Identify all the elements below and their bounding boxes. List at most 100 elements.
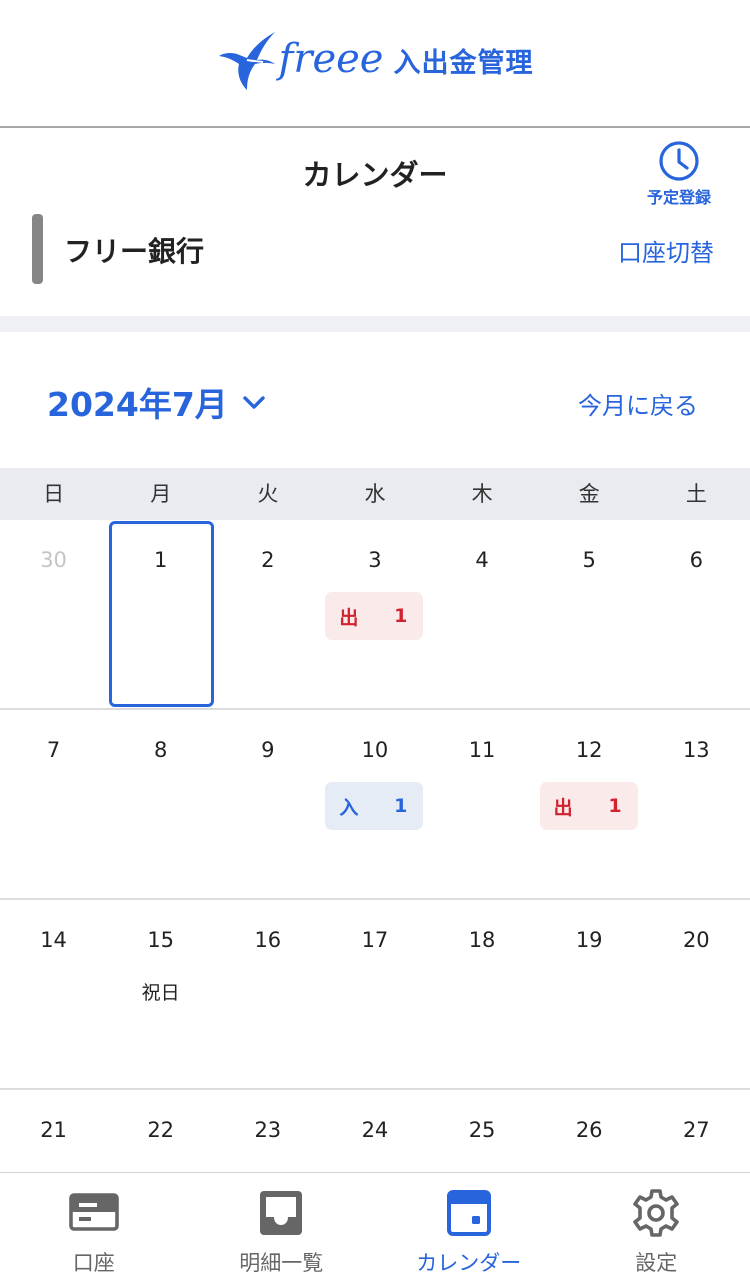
withdrawal-badge[interactable]: 出1 (325, 592, 424, 640)
calendar-day[interactable]: 19 (536, 900, 643, 1088)
calendar-week: 30 1 2 3 出1 4 5 6 (0, 520, 750, 710)
withdrawal-badge-count: 1 (394, 605, 408, 627)
weekday-thu: 木 (471, 482, 493, 506)
day-number: 26 (575, 1118, 603, 1142)
weekday-wed: 水 (364, 482, 386, 506)
day-number: 9 (261, 738, 275, 762)
calendar-day[interactable]: 6 (643, 520, 750, 708)
holiday-label: 祝日 (141, 982, 180, 1004)
calendar-day[interactable]: 18 (429, 900, 536, 1088)
day-number: 14 (40, 928, 67, 952)
schedule-register-label: 予定登録 (646, 188, 711, 207)
nav-item-calendar[interactable]: カレンダー (375, 1173, 563, 1285)
nav-label-settings: 設定 (635, 1251, 678, 1275)
day-number: 13 (682, 738, 710, 762)
weekday-fri: 金 (578, 482, 600, 506)
day-number: 10 (361, 738, 389, 762)
nav-item-transactions[interactable]: 明細一覧 (188, 1173, 376, 1285)
month-label: 2024年7月 (47, 385, 228, 424)
bank-card-icon (68, 1193, 119, 1231)
calendar-day[interactable]: 2 (214, 520, 321, 708)
calendar-day[interactable]: 5 (536, 520, 643, 708)
day-number: 5 (582, 548, 596, 572)
day-number: 15 (147, 928, 175, 952)
day-number: 25 (468, 1118, 496, 1142)
calendar-day[interactable]: 10 入1 (321, 710, 428, 898)
day-number: 18 (468, 928, 496, 952)
day-number: 7 (46, 738, 61, 762)
calendar-grid: 30 1 2 3 出1 4 5 6 7 8 9 10 入1 11 12 出1 1… (0, 520, 750, 1280)
day-number: 11 (468, 738, 496, 762)
weekday-sat: 土 (685, 482, 707, 506)
section-divider (0, 316, 750, 332)
brand-logo-group: freee 入出金管理 (217, 29, 534, 93)
day-number: 12 (575, 738, 603, 762)
calendar-day[interactable]: 3 出1 (321, 520, 428, 708)
calendar-day[interactable]: 16 (214, 900, 321, 1088)
calendar-day[interactable]: 14 (0, 900, 107, 1088)
brand-wordmark: freee (278, 36, 384, 82)
calendar-week: 7 8 9 10 入1 11 12 出1 13 (0, 710, 750, 900)
schedule-register-button[interactable]: 予定登録 (634, 140, 724, 210)
weekday-mon: 月 (150, 482, 172, 506)
calendar-day[interactable]: 15 祝日 (107, 900, 214, 1088)
month-selector[interactable]: 2024年7月 (47, 378, 268, 426)
weekday-sun: 日 (43, 482, 65, 506)
day-number: 21 (40, 1118, 67, 1142)
nav-item-accounts[interactable]: 口座 (0, 1173, 188, 1285)
calendar-day[interactable]: 8 (107, 710, 214, 898)
deposit-badge[interactable]: 入1 (325, 782, 424, 830)
calendar-day[interactable]: 30 (0, 520, 107, 708)
account-name: フリー銀行 (64, 235, 205, 268)
day-number: 24 (361, 1118, 389, 1142)
day-number: 17 (361, 928, 389, 952)
app-header: freee 入出金管理 (0, 0, 750, 128)
day-number: 6 (689, 548, 703, 572)
calendar-day[interactable]: 17 (321, 900, 428, 1088)
weekday-tue: 火 (257, 482, 279, 506)
withdrawal-badge-count: 1 (608, 795, 622, 817)
day-number: 19 (575, 928, 603, 952)
day-number: 1 (154, 548, 168, 572)
calendar-day[interactable]: 13 (643, 710, 750, 898)
calendar-day-today[interactable]: 1 (107, 520, 215, 708)
chevron-down-icon (243, 396, 265, 409)
withdrawal-badge-label: 出 (339, 606, 359, 629)
day-number: 22 (147, 1118, 175, 1142)
inbox-tray-icon (260, 1191, 303, 1235)
calendar-day[interactable]: 11 (429, 710, 536, 898)
day-number: 16 (254, 928, 282, 952)
calendar-icon (446, 1190, 491, 1236)
day-number: 4 (475, 548, 489, 572)
weekday-header: 日 月 火 水 木 金 土 (0, 468, 750, 520)
day-number: 20 (682, 928, 710, 952)
deposit-badge-label: 入 (339, 796, 359, 819)
withdrawal-badge[interactable]: 出1 (539, 782, 638, 830)
bottom-navigation: 口座 明細一覧 カレンダー 設定 (0, 1172, 750, 1285)
clock-icon (659, 141, 699, 181)
brand-product-name: 入出金管理 (393, 47, 534, 79)
nav-label-transactions: 明細一覧 (239, 1251, 324, 1275)
calendar-day[interactable]: 4 (429, 520, 536, 708)
calendar-day[interactable]: 20 (643, 900, 750, 1088)
deposit-badge-count: 1 (394, 795, 408, 817)
swallow-logo-icon (218, 32, 275, 90)
calendar-day[interactable]: 12 出1 (536, 710, 643, 898)
gear-icon (633, 1189, 680, 1237)
day-number: 27 (682, 1118, 710, 1142)
account-switch-link[interactable]: 口座切替 (618, 233, 714, 268)
withdrawal-badge-label: 出 (553, 796, 573, 819)
nav-label-accounts: 口座 (72, 1251, 115, 1275)
back-to-current-month-link[interactable]: 今月に戻る (578, 386, 698, 421)
account-indicator-bar (32, 214, 43, 284)
day-number: 30 (40, 548, 67, 572)
day-number: 8 (154, 738, 168, 762)
calendar-week: 14 15 祝日 16 17 18 19 20 (0, 900, 750, 1090)
day-number: 23 (254, 1118, 282, 1142)
calendar-day[interactable]: 7 (0, 710, 107, 898)
day-number: 3 (368, 548, 382, 572)
nav-item-settings[interactable]: 設定 (563, 1173, 750, 1285)
calendar-day[interactable]: 9 (214, 710, 321, 898)
day-number: 2 (261, 548, 275, 572)
nav-label-calendar: カレンダー (416, 1251, 522, 1275)
